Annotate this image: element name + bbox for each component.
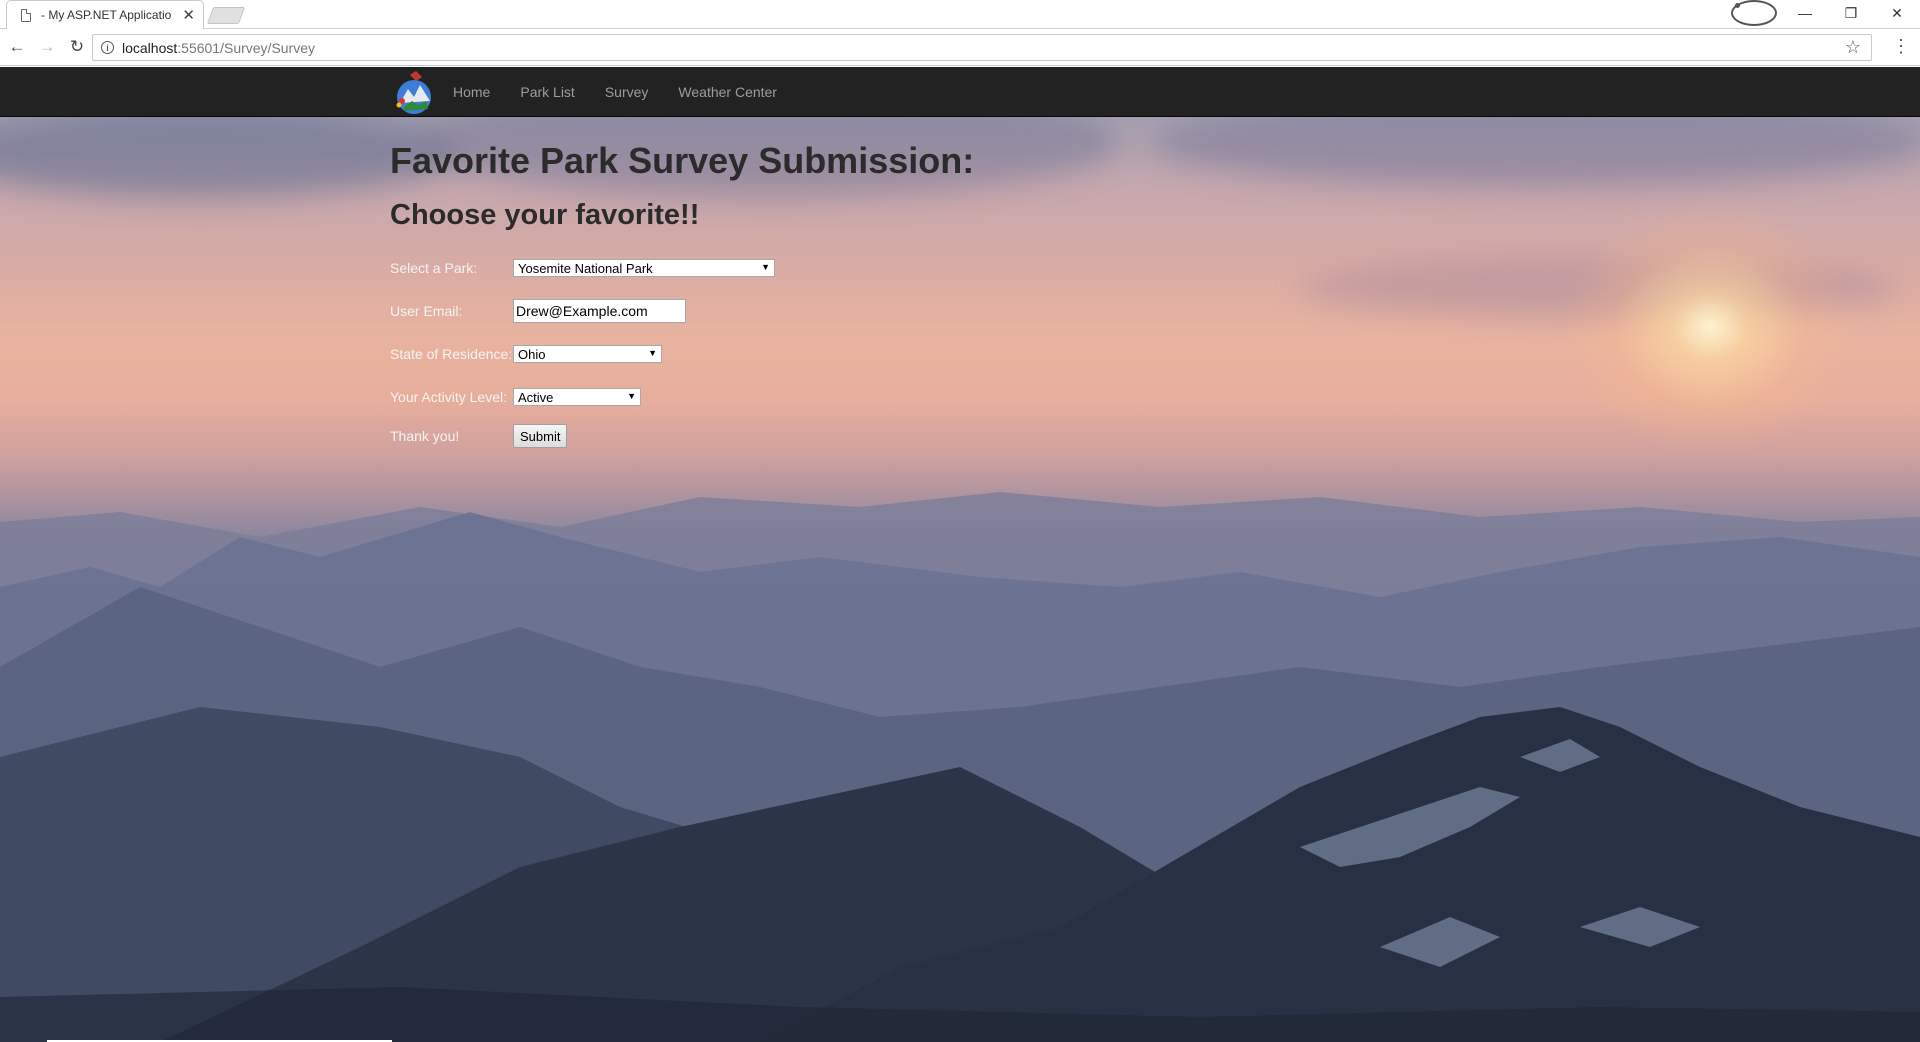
thanks-label: Thank you!	[390, 428, 460, 444]
park-label: Select a Park:	[390, 260, 478, 276]
survey-content: Favorite Park Survey Submission: Choose …	[390, 117, 1290, 469]
dropdown-arrow-icon: ▼	[627, 391, 636, 401]
email-label: User Email:	[390, 303, 463, 319]
info-icon[interactable]: i	[101, 41, 114, 54]
nav-links: Home Park List Survey Weather Center	[438, 67, 792, 117]
nav-link-weather-center[interactable]: Weather Center	[663, 67, 792, 117]
close-window-button[interactable]: ✕	[1874, 0, 1920, 26]
nav-link-survey[interactable]: Survey	[590, 67, 664, 117]
nav-link-home[interactable]: Home	[438, 67, 505, 117]
url-path: :55601/Survey/Survey	[177, 39, 316, 56]
dropdown-arrow-icon: ▼	[648, 348, 657, 358]
close-tab-icon[interactable]: ✕	[182, 6, 195, 24]
window-controls: — ❐ ✕	[1726, 0, 1920, 26]
state-select-value: Ohio	[518, 346, 546, 362]
activity-label: Your Activity Level:	[390, 389, 507, 405]
submit-row: Thank you! Submit	[390, 424, 1290, 448]
page-subtitle: Choose your favorite!!	[390, 199, 700, 231]
profile-button[interactable]	[1726, 0, 1782, 26]
page-body: Home Park List Survey Weather Center Fav…	[0, 67, 1920, 1042]
activity-select[interactable]: Active ▼	[513, 388, 641, 406]
page-title: Favorite Park Survey Submission:	[390, 140, 975, 181]
email-field[interactable]: Drew@Example.com	[513, 299, 686, 323]
address-bar[interactable]: i localhost:55601/Survey/Survey ☆	[92, 34, 1872, 61]
document-icon	[21, 8, 31, 22]
email-row: User Email: Drew@Example.com	[390, 299, 1290, 323]
state-select[interactable]: Ohio ▼	[513, 345, 662, 363]
tab-title: - My ASP.NET Applicatio	[41, 8, 172, 22]
browser-menu-icon[interactable]: ⋮	[1892, 37, 1910, 55]
park-select[interactable]: Yosemite National Park ▼	[513, 259, 775, 277]
new-tab-button[interactable]	[206, 7, 246, 24]
park-select-value: Yosemite National Park	[518, 260, 653, 276]
forward-button[interactable]: →	[34, 34, 60, 60]
site-logo-icon[interactable]	[390, 67, 438, 115]
survey-form: Select a Park: Yosemite National Park ▼ …	[390, 258, 1290, 448]
restore-button[interactable]: ❐	[1828, 0, 1874, 26]
bookmark-star-icon[interactable]: ☆	[1845, 37, 1861, 58]
activity-row: Your Activity Level: Active ▼	[390, 387, 1290, 407]
browser-tabstrip: - My ASP.NET Applicatio ✕ — ❐ ✕	[0, 0, 1920, 29]
email-field-value: Drew@Example.com	[516, 303, 648, 319]
park-row: Select a Park: Yosemite National Park ▼	[390, 258, 1290, 278]
browser-tab[interactable]: - My ASP.NET Applicatio ✕	[6, 0, 204, 29]
state-label: State of Residence:	[390, 346, 513, 362]
profile-icon	[1731, 0, 1777, 26]
state-row: State of Residence: Ohio ▼	[390, 344, 1290, 364]
activity-select-value: Active	[518, 389, 554, 405]
submit-button[interactable]: Submit	[513, 424, 568, 448]
browser-toolbar: ← → ↻ i localhost:55601/Survey/Survey ☆ …	[0, 29, 1920, 66]
minimize-button[interactable]: —	[1782, 0, 1828, 26]
reload-button[interactable]: ↻	[64, 34, 90, 60]
nav-link-park-list[interactable]: Park List	[505, 67, 589, 117]
back-button[interactable]: ←	[4, 34, 30, 60]
site-navbar: Home Park List Survey Weather Center	[0, 67, 1920, 117]
dropdown-arrow-icon: ▼	[761, 262, 770, 272]
url-host: localhost	[122, 39, 178, 56]
